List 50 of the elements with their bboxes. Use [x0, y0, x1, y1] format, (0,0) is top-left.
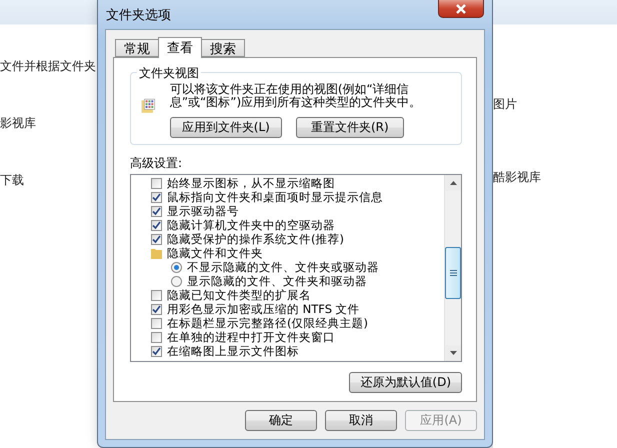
dialog-button[interactable]: 取消 — [325, 410, 397, 431]
description-text: 可以将该文件夹正在使用的视图(例如“详细信息”或“图标”)应用到所有这种类型的文件夹中。 — [170, 83, 422, 109]
scroll-thumb[interactable] — [445, 247, 461, 299]
option-label: 显示驱动器号 — [167, 204, 239, 218]
restore-defaults-button[interactable]: 还原为默认值(D) — [349, 372, 462, 393]
library-label: 图片 — [493, 96, 518, 113]
option-label: 始终显示图标，从不显示缩略图 — [167, 176, 335, 190]
option-label: 显示隐藏的文件、文件夹和驱动器 — [187, 274, 367, 288]
scroll-up-icon[interactable] — [445, 175, 461, 191]
checkbox[interactable] — [151, 346, 162, 356]
checkmark-icon — [152, 304, 161, 314]
option-label: 用彩色显示加密或压缩的 NTFS 文件 — [167, 302, 360, 316]
radio-button[interactable] — [171, 262, 182, 272]
checkbox[interactable] — [151, 290, 162, 300]
option-label: 隐藏已知文件类型的扩展名 — [167, 288, 311, 302]
window-title: 文件夹选项 — [106, 6, 171, 24]
folder-icon — [151, 247, 162, 259]
library-label: 文件并根据文件夹 — [0, 58, 97, 75]
tab[interactable]: 查看 — [158, 37, 202, 58]
advanced-settings-label: 高级设置: — [130, 155, 184, 172]
folder-button[interactable]: 重置文件夹(R) — [296, 117, 404, 138]
radio-button[interactable] — [171, 276, 182, 286]
library-label: 下载 — [0, 172, 25, 189]
checkbox[interactable] — [151, 332, 162, 342]
option-label: 不显示隐藏的文件、文件夹或驱动器 — [187, 260, 379, 274]
folder-button[interactable]: 应用到文件夹(L) — [170, 117, 282, 138]
library-label: 影视库 — [0, 115, 37, 132]
checkbox[interactable] — [151, 234, 162, 244]
option-label: 在缩略图上显示文件图标 — [167, 344, 299, 358]
library-label: 酷影视库 — [493, 169, 542, 186]
close-icon — [455, 4, 467, 14]
checkbox[interactable] — [151, 178, 162, 188]
dialog-button[interactable]: 确定 — [245, 410, 317, 431]
option-label: 隐藏计算机文件夹中的空驱动器 — [167, 218, 335, 232]
group-title: 文件夹视图 — [137, 65, 201, 82]
checkmark-icon — [152, 346, 161, 356]
close-button[interactable] — [438, 0, 484, 18]
option-label: 隐藏受保护的操作系统文件(推荐) — [167, 232, 344, 246]
checkbox[interactable] — [151, 220, 162, 230]
checkbox[interactable] — [151, 192, 162, 202]
checkbox[interactable] — [151, 304, 162, 314]
option-label: 鼠标指向文件夹和桌面项时显示提示信息 — [167, 190, 383, 204]
group-label: 隐藏文件和文件夹 — [167, 246, 263, 260]
tab[interactable]: 搜索 — [201, 39, 245, 57]
checkbox[interactable] — [151, 318, 162, 328]
option-label: 在标题栏显示完整路径(仅限经典主题) — [167, 316, 368, 330]
checkbox[interactable] — [151, 206, 162, 216]
scroll-down-icon[interactable] — [445, 345, 461, 361]
option-label: 在单独的进程中打开文件夹窗口 — [167, 330, 335, 344]
tab[interactable]: 常规 — [115, 39, 159, 57]
